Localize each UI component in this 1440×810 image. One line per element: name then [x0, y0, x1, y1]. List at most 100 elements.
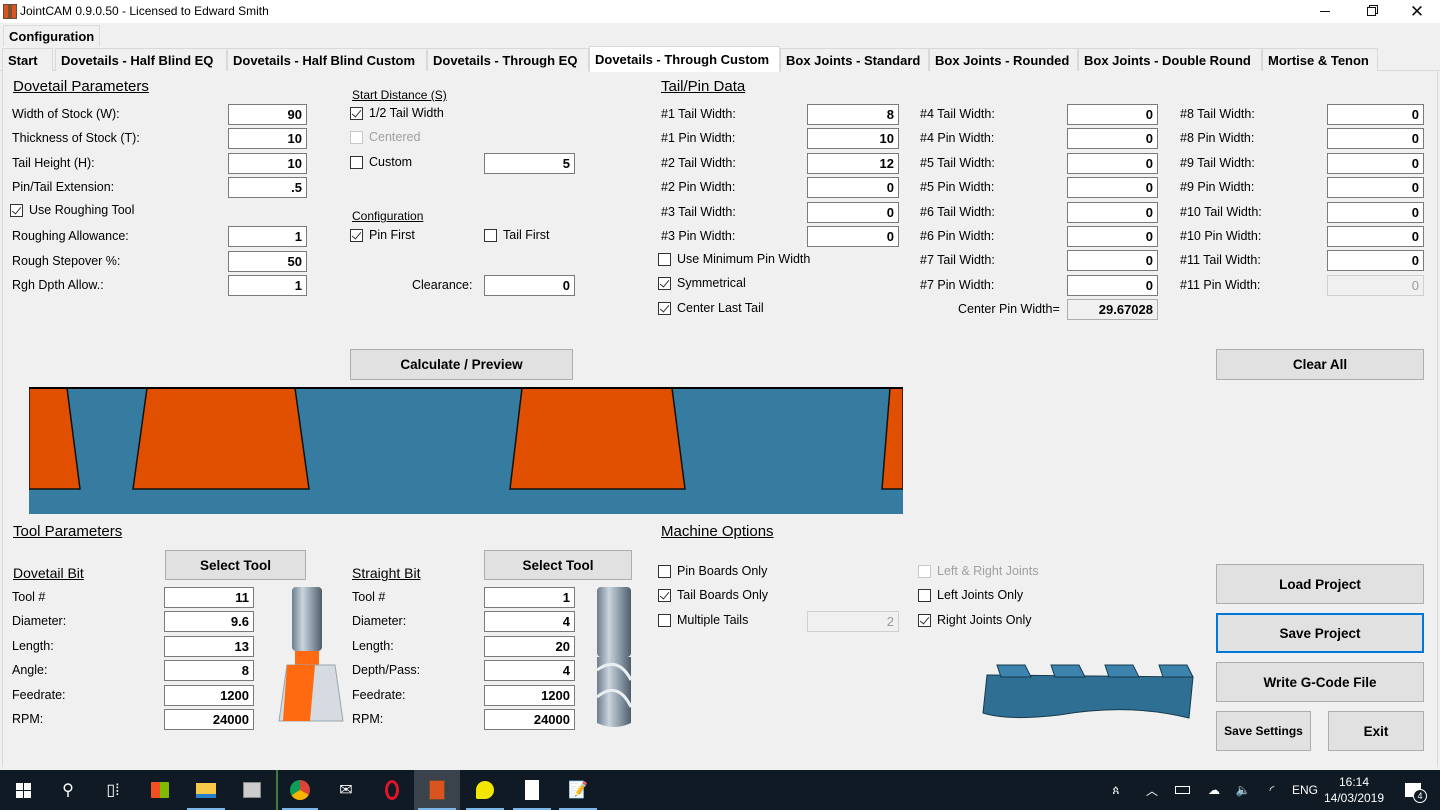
tail-pin-width-input[interactable]: 0 [1327, 201, 1424, 223]
tail-boards-only-checkbox[interactable]: Tail Boards Only [658, 588, 768, 602]
tail-pin-width-input[interactable]: 0 [1067, 274, 1158, 296]
tail-pin-width-input[interactable]: 8 [807, 104, 899, 125]
use-minimum-pin-width-checkbox[interactable]: Use Minimum Pin Width [658, 252, 810, 266]
search-button[interactable]: ⚲ [45, 770, 91, 810]
task-view-button[interactable]: ▯⁞ [90, 770, 136, 810]
dovetail-bit-field-input[interactable]: 8 [164, 660, 254, 682]
pin-boards-only-checkbox[interactable]: Pin Boards Only [658, 564, 767, 578]
roughing-allowance-input[interactable]: 1 [228, 226, 307, 247]
straight-bit-field-input[interactable]: 1200 [484, 684, 575, 706]
opera-button[interactable] [369, 770, 415, 810]
tab-dovetails-through-custom[interactable]: Dovetails - Through Custom [589, 46, 780, 72]
onedrive-button[interactable]: ☁ [1203, 770, 1225, 810]
tail-pin-width-input[interactable]: 0 [1067, 104, 1158, 125]
custom-checkbox[interactable]: Custom [350, 155, 412, 169]
tab-box-joints-standard[interactable]: Box Joints - Standard [780, 48, 929, 71]
straight-bit-field-input[interactable]: 20 [484, 635, 575, 657]
use-roughing-tool-checkbox[interactable]: Use Roughing Tool [10, 203, 134, 217]
dovetail-select-tool-button[interactable]: Select Tool [165, 550, 306, 580]
save-project-button[interactable]: Save Project [1216, 613, 1424, 653]
load-project-button[interactable]: Load Project [1216, 564, 1424, 604]
battery-button[interactable] [1172, 770, 1192, 810]
straight-select-tool-button[interactable]: Select Tool [484, 550, 632, 580]
action-center-button[interactable]: 4 [1398, 770, 1428, 810]
show-hidden-icons-button[interactable]: ︿ [1142, 770, 1162, 810]
tail-pin-width-input[interactable]: 0 [1327, 128, 1424, 150]
mail-button[interactable]: ✉ [323, 770, 369, 810]
dovetail-bit-field-input[interactable]: 24000 [164, 709, 254, 730]
tail-pin-width-input[interactable]: 0 [1327, 177, 1424, 199]
left-joints-only-checkbox[interactable]: Left Joints Only [918, 588, 1023, 602]
symmetrical-checkbox[interactable]: Symmetrical [658, 276, 746, 290]
tail-pin-width-input[interactable]: 0 [1067, 250, 1158, 272]
tail-pin-width-input[interactable]: 0 [807, 226, 899, 247]
tail-pin-width-input[interactable]: 0 [1067, 152, 1158, 174]
tail-pin-width-input[interactable]: 12 [807, 152, 899, 174]
tab-box-joints-rounded[interactable]: Box Joints - Rounded [929, 48, 1078, 71]
clear-all-button[interactable]: Clear All [1216, 349, 1424, 380]
tail-pin-width-input[interactable]: 0 [807, 177, 899, 199]
tail-pin-width-input[interactable]: 0 [1327, 104, 1424, 125]
tab-dovetails-half-blind-eq[interactable]: Dovetails - Half Blind EQ [55, 48, 227, 71]
tail-pin-width-input[interactable]: 0 [1327, 250, 1424, 272]
right-joints-only-checkbox[interactable]: Right Joints Only [918, 613, 1031, 627]
straight-bit-field-input[interactable]: 24000 [484, 709, 575, 730]
people-button[interactable]: ጰ [1104, 770, 1128, 810]
center-last-tail-checkbox[interactable]: Center Last Tail [658, 301, 764, 315]
tail-pin-width-input[interactable]: 0 [1067, 201, 1158, 223]
tab-dovetails-half-blind-custom[interactable]: Dovetails - Half Blind Custom [227, 48, 427, 71]
restore-button[interactable] [1348, 0, 1394, 23]
chrome-apps-button[interactable] [229, 770, 275, 810]
wifi-button[interactable]: ◜ [1262, 770, 1282, 810]
multiple-tails-input[interactable]: 2 [807, 611, 899, 632]
multiple-tails-checkbox[interactable]: Multiple Tails [658, 613, 748, 627]
pin-first-checkbox[interactable]: Pin First [350, 228, 415, 242]
exit-button[interactable]: Exit [1328, 711, 1424, 751]
tab-mortise-tenon[interactable]: Mortise & Tenon [1262, 48, 1378, 71]
dovetail-bit-field-input[interactable]: 1200 [164, 684, 254, 706]
tail-pin-width-input[interactable]: 10 [807, 128, 899, 150]
tail-pin-width-input[interactable]: 0 [1327, 152, 1424, 174]
dovetail-bit-field-input[interactable]: 13 [164, 635, 254, 657]
tail-pin-width-input[interactable]: 0 [807, 201, 899, 223]
notepad-button[interactable]: 📝 [555, 770, 601, 810]
minimize-button[interactable] [1302, 0, 1348, 23]
straight-bit-field-input[interactable]: 4 [484, 611, 575, 633]
thickness-of-stock-input[interactable]: 10 [228, 128, 307, 149]
file-explorer-button[interactable] [183, 770, 229, 810]
calculate-preview-button[interactable]: Calculate / Preview [350, 349, 573, 380]
dovetail-bit-field-input[interactable]: 11 [164, 587, 254, 608]
half-tail-width-checkbox[interactable]: 1/2 Tail Width [350, 106, 444, 120]
calculator-button[interactable] [509, 770, 555, 810]
width-of-stock-input[interactable]: 90 [228, 104, 307, 125]
clock[interactable]: 16:14 14/03/2019 [1322, 770, 1386, 810]
tail-pin-width-input[interactable]: 0 [1067, 226, 1158, 247]
pin-tail-extension-input[interactable]: .5 [228, 177, 307, 198]
store-button[interactable] [137, 770, 183, 810]
save-settings-button[interactable]: Save Settings [1216, 711, 1311, 751]
rgh-depth-allow-input[interactable]: 1 [228, 275, 307, 296]
tail-pin-width-input[interactable]: 0 [1067, 128, 1158, 150]
tab-start[interactable]: Start [2, 48, 53, 71]
tab-dovetails-through-eq[interactable]: Dovetails - Through EQ [427, 48, 589, 71]
close-button[interactable]: ✕ [1394, 0, 1440, 23]
rough-stepover-input[interactable]: 50 [228, 251, 307, 272]
dovetail-bit-field-input[interactable]: 9.6 [164, 611, 254, 633]
avocado-app-button[interactable] [462, 770, 508, 810]
windows-start-button[interactable] [0, 770, 46, 810]
straight-bit-field-input[interactable]: 1 [484, 587, 575, 608]
left-right-joints-checkbox[interactable]: Left & Right Joints [918, 564, 1038, 578]
straight-bit-field-input[interactable]: 4 [484, 660, 575, 682]
tab-box-joints-double-round[interactable]: Box Joints - Double Round [1078, 48, 1262, 71]
volume-button[interactable]: 🔈 [1233, 770, 1253, 810]
write-gcode-button[interactable]: Write G-Code File [1216, 662, 1424, 702]
tail-first-checkbox[interactable]: Tail First [484, 228, 550, 242]
custom-start-distance-input[interactable]: 5 [484, 153, 575, 174]
jointcam-taskbar-button[interactable] [414, 770, 460, 810]
tail-pin-width-input[interactable]: 0 [1327, 274, 1424, 296]
clearance-input[interactable]: 0 [484, 275, 575, 296]
chrome-button[interactable] [276, 770, 322, 810]
centered-checkbox[interactable]: Centered [350, 130, 420, 144]
tail-pin-width-input[interactable]: 0 [1327, 226, 1424, 247]
tail-height-input[interactable]: 10 [228, 153, 307, 174]
